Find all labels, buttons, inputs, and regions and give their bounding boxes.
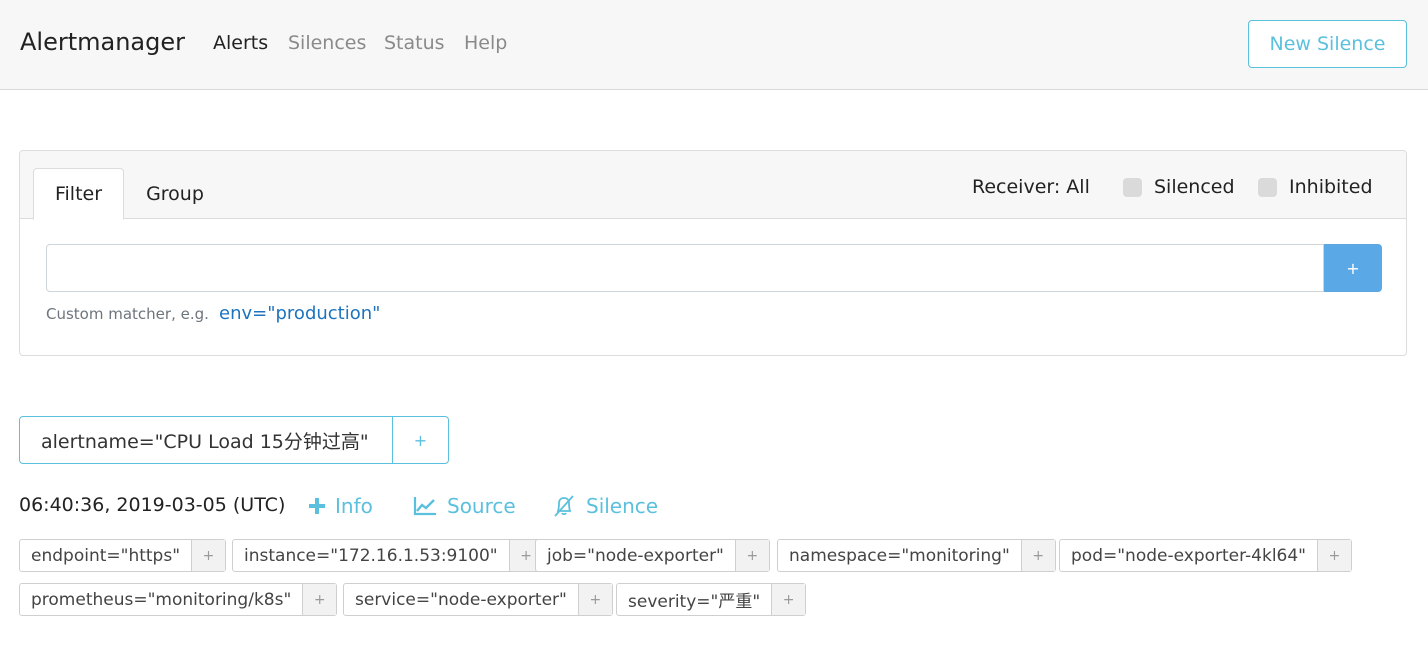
label-chip[interactable]: instance="172.16.1.53:9100" + bbox=[232, 539, 544, 572]
label-chip[interactable]: service="node-exporter" + bbox=[343, 583, 613, 616]
label-chip-add-button[interactable]: + bbox=[772, 584, 806, 615]
brand-logo[interactable]: Alertmanager bbox=[20, 28, 185, 56]
matcher-input[interactable] bbox=[46, 244, 1324, 292]
top-navbar: Alertmanager Alerts Silences Status Help… bbox=[0, 0, 1428, 90]
info-button[interactable]: Info bbox=[309, 494, 373, 518]
label-chip-text[interactable]: service="node-exporter" bbox=[344, 584, 579, 615]
nav-help[interactable]: Help bbox=[464, 32, 507, 54]
label-chip-add-button[interactable]: + bbox=[1021, 540, 1055, 571]
line-chart-icon bbox=[413, 497, 436, 516]
label-chip-add-button[interactable]: + bbox=[735, 540, 769, 571]
label-chip-text[interactable]: pod="node-exporter-4kl64" bbox=[1060, 540, 1319, 571]
label-chip-add-button[interactable]: + bbox=[1318, 540, 1352, 571]
alert-group-label[interactable]: alertname="CPU Load 15分钟过高" bbox=[20, 417, 393, 463]
label-chip[interactable]: prometheus="monitoring/k8s" + bbox=[19, 583, 338, 616]
label-chip-text[interactable]: severity="严重" bbox=[617, 584, 773, 615]
silenced-checkbox-box[interactable] bbox=[1123, 177, 1142, 197]
alert-group-button[interactable]: alertname="CPU Load 15分钟过高" + bbox=[19, 416, 449, 464]
silence-button-label: Silence bbox=[586, 494, 659, 518]
label-chip-text[interactable]: endpoint="https" bbox=[20, 540, 193, 571]
label-chip-text[interactable]: namespace="monitoring" bbox=[778, 540, 1022, 571]
label-chip[interactable]: pod="node-exporter-4kl64" + bbox=[1059, 539, 1353, 572]
alert-timestamp: 06:40:36, 2019-03-05 (UTC) bbox=[19, 494, 286, 516]
silenced-checkbox-label: Silenced bbox=[1154, 176, 1235, 198]
label-chip[interactable]: endpoint="https" + bbox=[19, 539, 227, 572]
label-chip[interactable]: severity="严重" + bbox=[616, 583, 807, 616]
inhibited-checkbox-box[interactable] bbox=[1258, 177, 1277, 197]
source-button-label: Source bbox=[447, 494, 516, 518]
label-chip[interactable]: namespace="monitoring" + bbox=[777, 539, 1056, 572]
nav-alerts[interactable]: Alerts bbox=[213, 32, 268, 54]
add-matcher-button[interactable]: + bbox=[1324, 244, 1382, 292]
info-button-label: Info bbox=[335, 494, 373, 518]
filter-card: Filter Group Receiver: All Silenced Inhi… bbox=[19, 150, 1407, 356]
label-chip-text[interactable]: job="node-exporter" bbox=[536, 540, 736, 571]
silence-button[interactable]: Silence bbox=[552, 494, 658, 518]
label-chip-add-button[interactable]: + bbox=[578, 584, 612, 615]
label-chip-add-button[interactable]: + bbox=[192, 540, 226, 571]
inhibited-checkbox-label: Inhibited bbox=[1289, 176, 1373, 198]
silenced-checkbox[interactable]: Silenced bbox=[1123, 176, 1235, 198]
nav-status[interactable]: Status bbox=[384, 32, 445, 54]
tab-filter[interactable]: Filter bbox=[33, 168, 124, 220]
matcher-hint: Custom matcher, e.g. bbox=[46, 305, 209, 323]
nav-silences[interactable]: Silences bbox=[288, 32, 366, 54]
label-chip[interactable]: job="node-exporter" + bbox=[535, 539, 770, 572]
matcher-example-link[interactable]: env="production" bbox=[219, 303, 380, 324]
label-chip-text[interactable]: instance="172.16.1.53:9100" bbox=[233, 540, 510, 571]
inhibited-checkbox[interactable]: Inhibited bbox=[1258, 176, 1373, 198]
alert-group-add-button[interactable]: + bbox=[393, 417, 448, 463]
source-button[interactable]: Source bbox=[413, 494, 516, 518]
plus-icon bbox=[309, 498, 325, 514]
label-chip-add-button[interactable]: + bbox=[303, 584, 337, 615]
tab-group[interactable]: Group bbox=[132, 168, 218, 220]
label-chip-text[interactable]: prometheus="monitoring/k8s" bbox=[20, 584, 304, 615]
filter-card-header: Filter Group Receiver: All Silenced Inhi… bbox=[20, 151, 1406, 220]
receiver-dropdown[interactable]: Receiver: All bbox=[972, 176, 1090, 198]
new-silence-button[interactable]: New Silence bbox=[1248, 20, 1407, 68]
bell-slash-icon bbox=[554, 495, 574, 517]
